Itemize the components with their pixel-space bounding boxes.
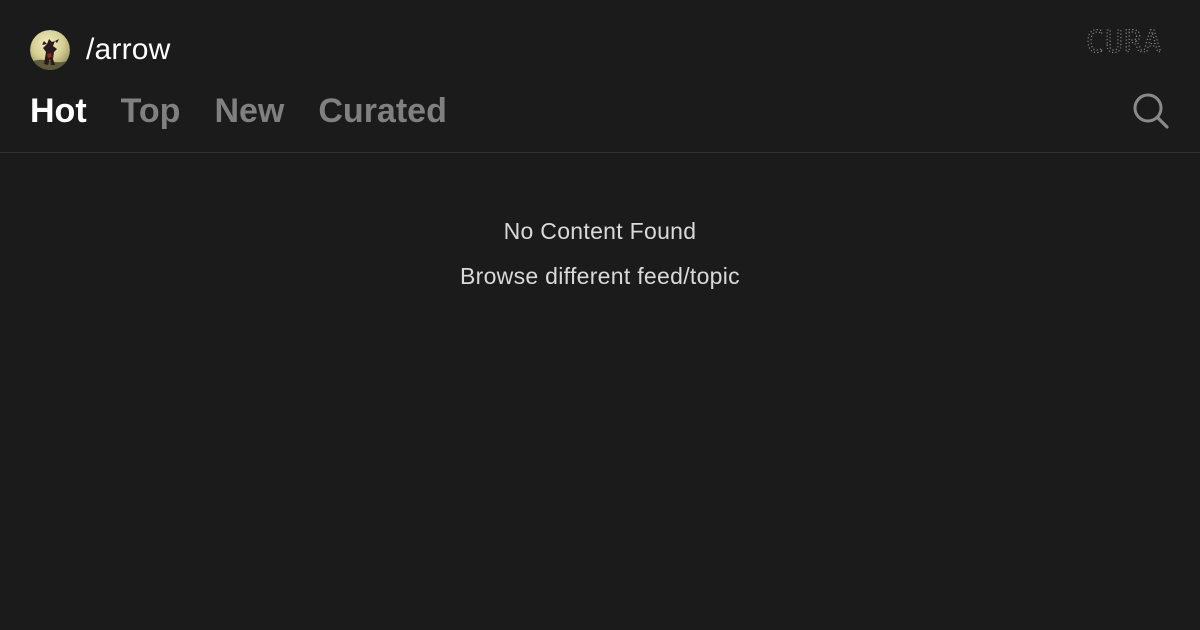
tab-hot[interactable]: Hot xyxy=(30,88,87,134)
search-icon[interactable] xyxy=(1132,92,1170,130)
empty-state-title: No Content Found xyxy=(503,218,697,244)
feed-header: /arrow CURA Hot Top New Curated xyxy=(0,0,1200,153)
empty-state-subtitle: Browse different feed/topic xyxy=(459,263,740,289)
tab-new[interactable]: New xyxy=(214,88,284,134)
channel-info[interactable]: /arrow xyxy=(30,30,171,70)
channel-avatar-icon[interactable] xyxy=(30,30,70,70)
app-root: /arrow CURA Hot Top New Curated No Conte… xyxy=(0,0,1200,630)
tab-top[interactable]: Top xyxy=(121,88,181,134)
brand-logo-text: CURA xyxy=(1086,25,1162,60)
brand-logo: CURA xyxy=(1086,24,1162,60)
tab-curated[interactable]: Curated xyxy=(318,88,446,134)
feed-tabs: Hot Top New Curated xyxy=(30,88,481,134)
empty-state: No Content Found Browse different feed/t… xyxy=(0,214,1200,293)
channel-name[interactable]: /arrow xyxy=(86,33,171,67)
